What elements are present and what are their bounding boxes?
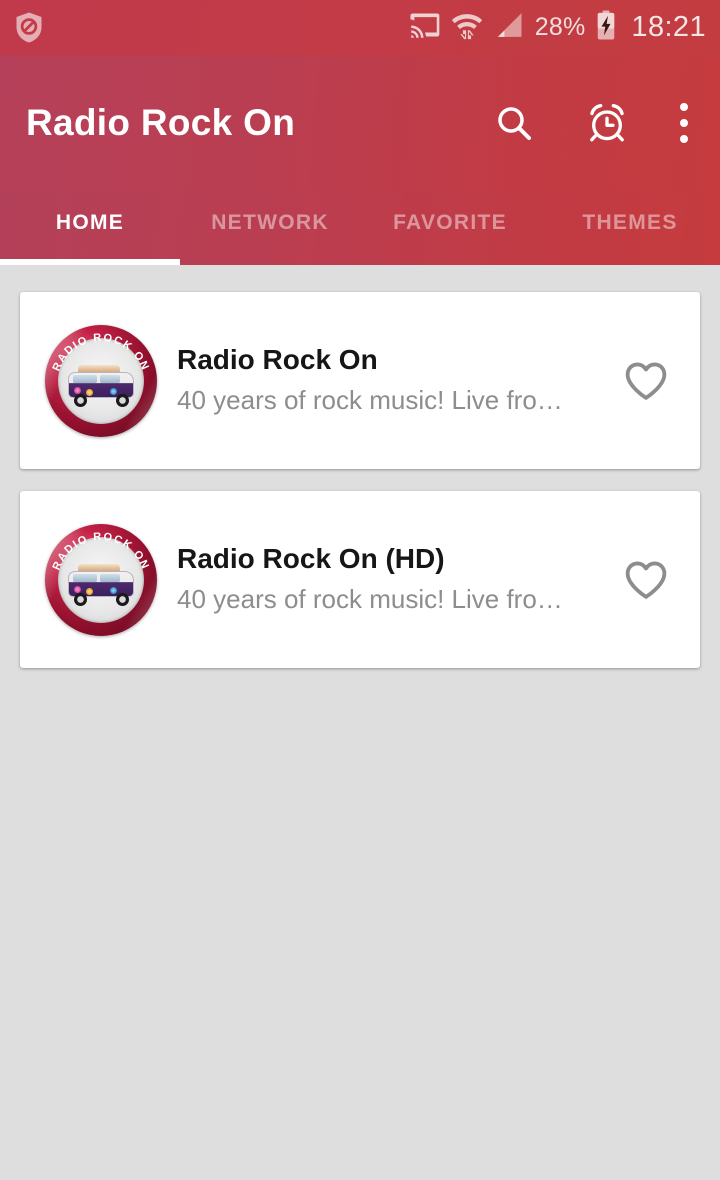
station-subtitle: 40 years of rock music! Live fro… xyxy=(177,385,563,416)
logo-arc-text: RADIO ROCK ON xyxy=(51,331,152,372)
station-list: RADIO ROCK ON Radio Rock On 40 years of … xyxy=(0,265,720,1180)
battery-percentage: 28% xyxy=(534,13,586,41)
signal-icon xyxy=(494,11,524,44)
tab-network[interactable]: NETWORK xyxy=(180,190,360,265)
tab-favorite[interactable]: FAVORITE xyxy=(360,190,540,265)
page-title: Radio Rock On xyxy=(26,101,296,143)
heart-outline-icon xyxy=(625,362,667,400)
alarm-button[interactable] xyxy=(586,102,628,144)
tab-bar: HOME NETWORK FAVORITE THEMES xyxy=(0,190,720,265)
favorite-button[interactable] xyxy=(618,552,674,608)
station-title: Radio Rock On xyxy=(177,344,378,376)
station-logo: RADIO ROCK ON xyxy=(45,324,157,437)
logo-arc-text: RADIO ROCK ON xyxy=(51,530,152,571)
status-bar-notifications xyxy=(14,11,44,44)
app-bar-actions xyxy=(494,102,694,144)
tab-home[interactable]: HOME xyxy=(0,190,180,265)
station-logo: RADIO ROCK ON xyxy=(45,523,157,636)
heart-outline-icon xyxy=(625,561,667,599)
app-bar: Radio Rock On xyxy=(0,55,720,190)
station-title: Radio Rock On (HD) xyxy=(177,543,445,575)
tab-themes[interactable]: THEMES xyxy=(540,190,720,265)
alarm-clock-icon xyxy=(590,103,624,141)
overflow-menu-button[interactable] xyxy=(680,102,688,143)
station-card[interactable]: RADIO ROCK ON Radio Rock On 40 years of … xyxy=(20,292,700,469)
battery-charging-icon xyxy=(596,10,616,45)
search-icon xyxy=(498,106,531,140)
station-card[interactable]: RADIO ROCK ON Radio Rock On (HD) 40 year… xyxy=(20,491,700,668)
app-screen: 28% 18:21 Radio Rock On HOME NETWORK FAV… xyxy=(0,0,720,1180)
more-vertical-icon xyxy=(680,102,688,143)
station-text: Radio Rock On (HD) 40 years of rock musi… xyxy=(157,542,618,617)
search-button[interactable] xyxy=(494,103,534,143)
cast-icon xyxy=(408,12,440,43)
status-bar: 28% 18:21 xyxy=(0,0,720,55)
status-bar-system-icons: 28% 18:21 xyxy=(408,10,706,45)
status-bar-clock: 18:21 xyxy=(631,11,706,43)
wifi-icon xyxy=(451,10,483,45)
station-text: Radio Rock On 40 years of rock music! Li… xyxy=(157,343,618,418)
station-subtitle: 40 years of rock music! Live fro… xyxy=(177,584,563,615)
favorite-button[interactable] xyxy=(618,353,674,409)
shield-block-icon xyxy=(14,11,44,44)
logo-text: RADIO ROCK ON xyxy=(51,530,152,571)
logo-text: RADIO ROCK ON xyxy=(51,331,152,372)
